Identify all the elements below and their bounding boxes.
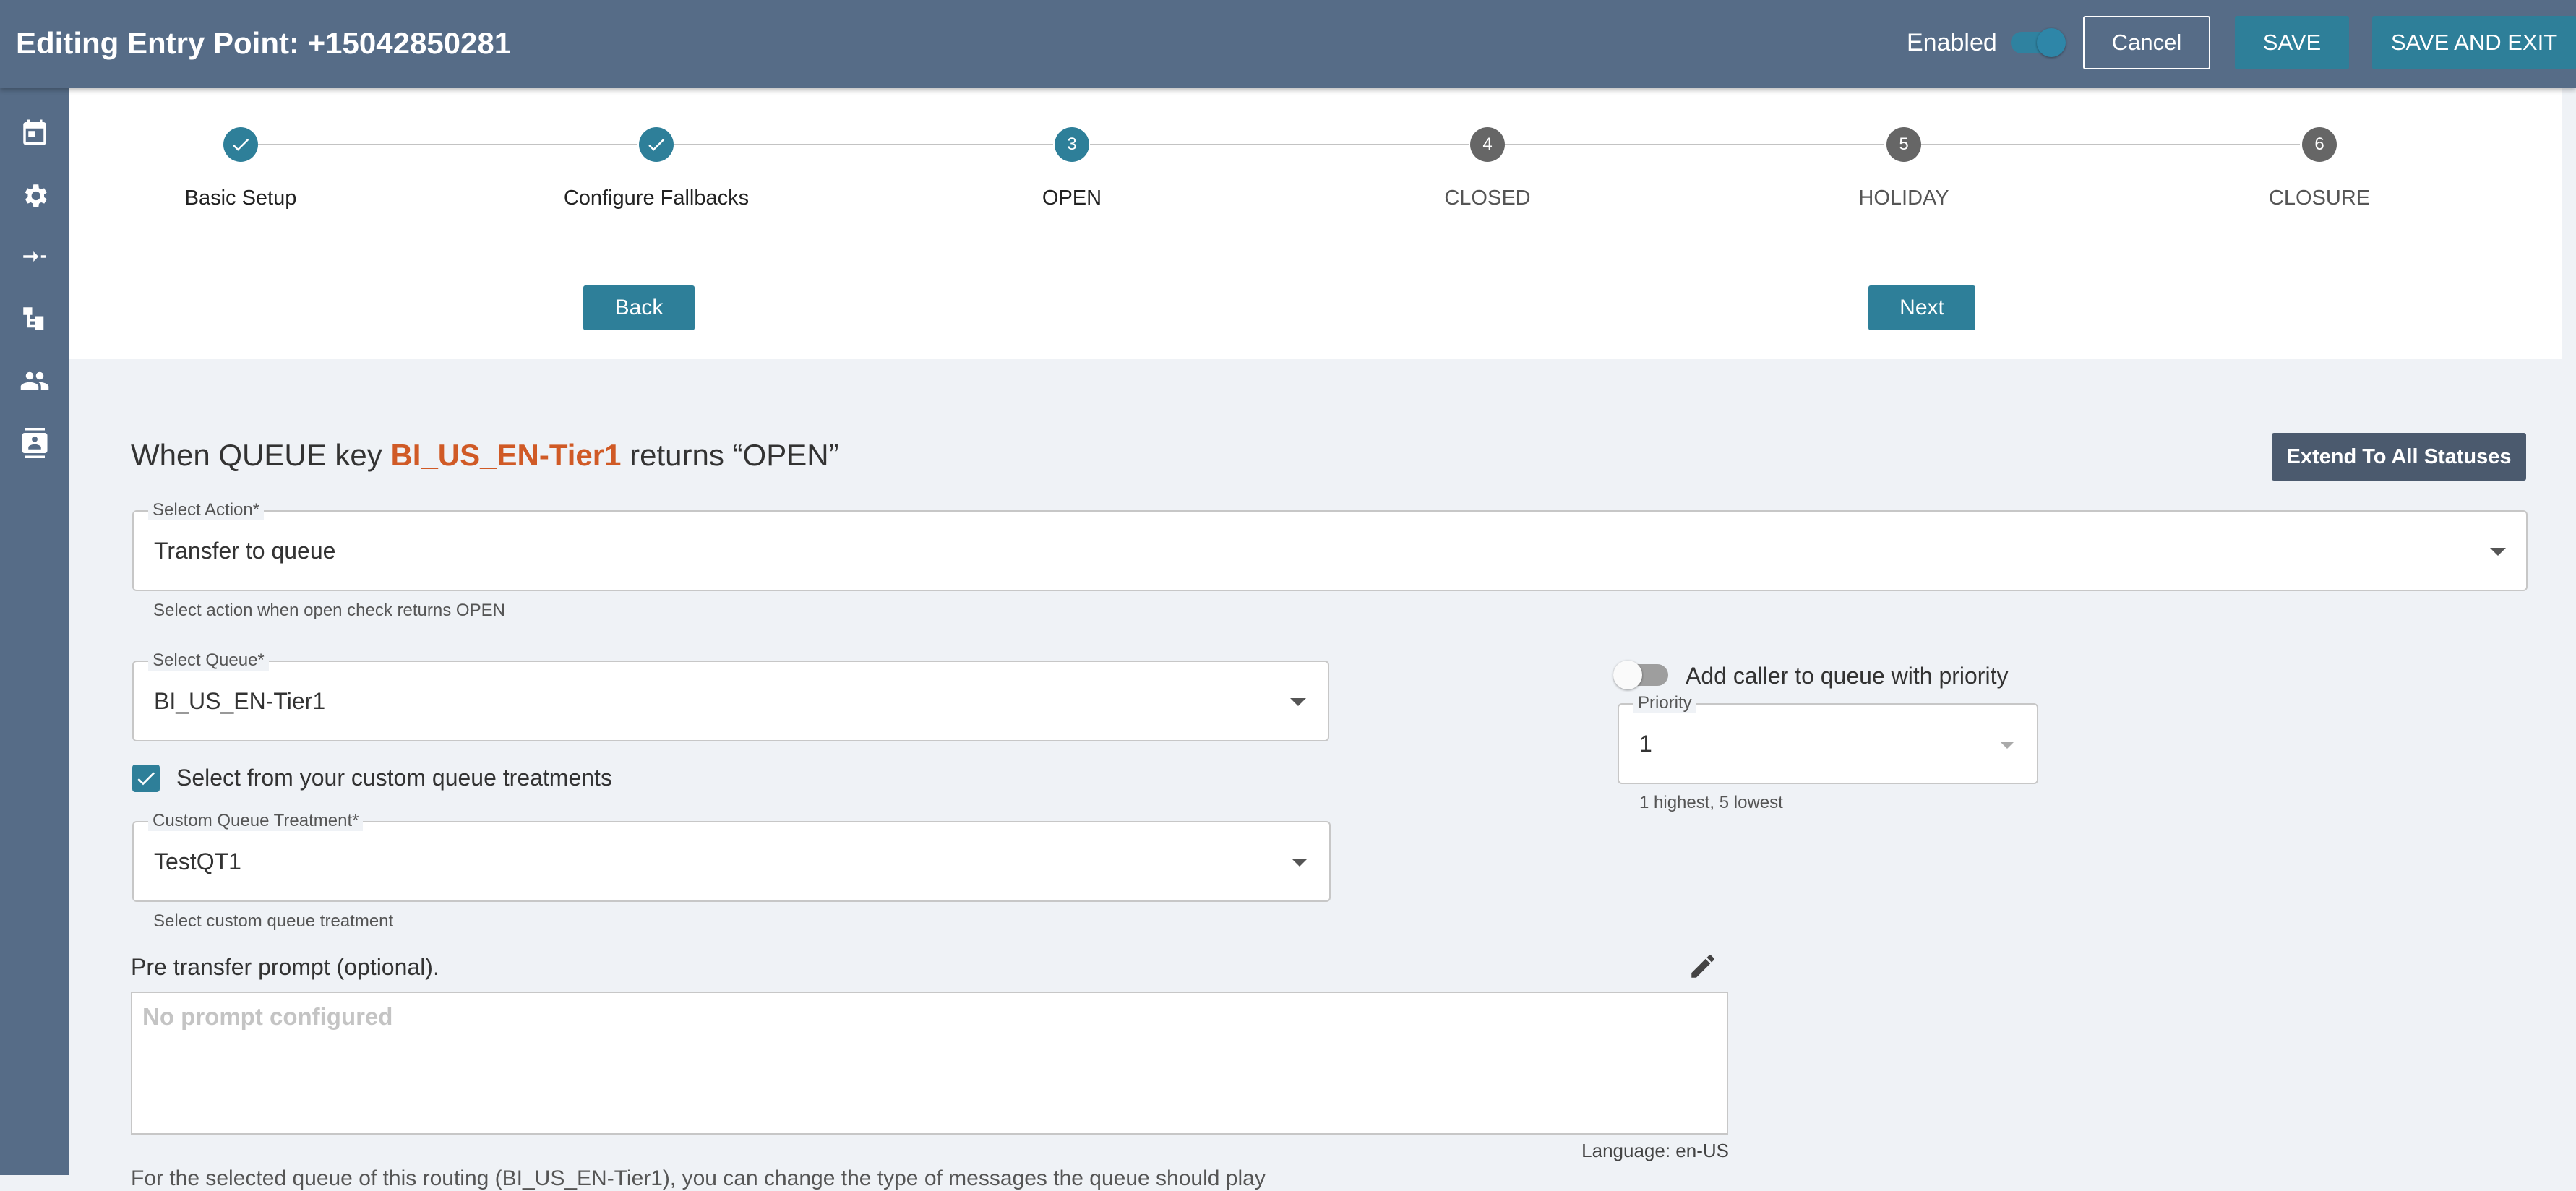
step-4-number[interactable]: 4 <box>1470 127 1505 162</box>
toggle-knob <box>2037 28 2066 57</box>
chevron-down-icon <box>2001 742 2014 749</box>
select-action-label: Select Action* <box>148 500 265 520</box>
step-label-holiday: HOLIDAY <box>1858 186 1949 210</box>
save-button[interactable]: SAVE <box>2235 16 2349 69</box>
step-2-check[interactable] <box>639 127 674 162</box>
calendar-icon[interactable] <box>20 117 50 147</box>
queue-key: BI_US_EN-Tier1 <box>390 438 622 472</box>
page-title: Editing Entry Point: +15042850281 <box>16 26 512 60</box>
enabled-toggle[interactable] <box>2011 28 2066 57</box>
check-icon <box>233 139 249 151</box>
enabled-label: Enabled <box>1907 29 1997 56</box>
footer-description: For the selected queue of this routing (… <box>131 1166 1266 1190</box>
section-heading: When QUEUE key BI_US_EN-Tier1 returns “O… <box>131 438 839 473</box>
check-icon <box>137 772 155 786</box>
cancel-button[interactable]: Cancel <box>2083 16 2210 69</box>
prompt-placeholder: No prompt configured <box>142 1003 393 1030</box>
custom-queue-treatment-dropdown[interactable]: Custom Queue Treatment* TestQT1 <box>132 811 1331 902</box>
priority-toggle[interactable] <box>1613 661 1668 689</box>
select-queue-label: Select Queue* <box>148 650 269 671</box>
pencil-icon[interactable] <box>1688 951 1718 981</box>
prompt-language: Language: en-US <box>1581 1140 1729 1161</box>
transfer-icon[interactable] <box>20 241 50 272</box>
priority-label: Priority <box>1633 693 1696 713</box>
step-5-number[interactable]: 5 <box>1886 127 1921 162</box>
heading-prefix: When QUEUE key <box>131 438 391 472</box>
contact-book-icon[interactable] <box>20 428 50 458</box>
priority-dropdown[interactable]: Priority 1 <box>1618 693 2038 784</box>
step-label-configure-fallbacks: Configure Fallbacks <box>563 186 750 210</box>
toggle-knob <box>1613 661 1642 689</box>
people-icon[interactable] <box>20 366 50 396</box>
step-label-closed: CLOSED <box>1444 186 1531 210</box>
custom-treatment-label: Custom Queue Treatment* <box>148 811 364 831</box>
custom-treatment-checkbox[interactable] <box>132 765 160 792</box>
step-6-number[interactable]: 6 <box>2302 127 2337 162</box>
pre-transfer-prompt-box[interactable]: No prompt configured <box>131 992 1728 1135</box>
back-button[interactable]: Back <box>583 285 695 330</box>
chevron-down-icon <box>1290 698 1306 706</box>
chevron-down-icon <box>1292 859 1308 867</box>
step-connector <box>1505 144 1884 145</box>
stepper-card <box>69 88 2562 359</box>
select-queue-value: BI_US_EN-Tier1 <box>154 688 326 714</box>
hierarchy-icon[interactable] <box>20 304 50 334</box>
priority-toggle-label: Add caller to queue with priority <box>1686 663 2009 689</box>
pre-transfer-prompt-label: Pre transfer prompt (optional). <box>131 954 439 980</box>
next-button[interactable]: Next <box>1868 285 1975 330</box>
step-3-number[interactable]: 3 <box>1055 127 1089 162</box>
step-1-check[interactable] <box>223 127 258 162</box>
step-connector <box>1921 144 2300 145</box>
top-bar: Editing Entry Point: +15042850281 Enable… <box>0 0 2576 88</box>
priority-value: 1 <box>1639 731 1652 757</box>
custom-treatment-helper: Select custom queue treatment <box>153 911 394 931</box>
priority-helper: 1 highest, 5 lowest <box>1639 793 1783 812</box>
step-connector <box>674 144 1053 145</box>
step-label-basic-setup: Basic Setup <box>184 186 297 210</box>
custom-treatment-checkbox-label: Select from your custom queue treatments <box>176 765 612 791</box>
select-queue-dropdown[interactable]: Select Queue* BI_US_EN-Tier1 <box>132 650 1329 741</box>
step-label-closure: CLOSURE <box>2268 186 2371 210</box>
step-connector <box>258 144 637 145</box>
sidebar <box>0 88 69 1175</box>
save-and-exit-button[interactable]: SAVE AND EXIT <box>2372 16 2576 69</box>
heading-suffix: returns “OPEN” <box>621 438 839 472</box>
extend-to-all-statuses-button[interactable]: Extend To All Statuses <box>2272 433 2526 481</box>
step-label-open: OPEN <box>1042 186 1102 210</box>
select-action-helper: Select action when open check returns OP… <box>153 601 505 620</box>
gear-icon[interactable] <box>20 181 50 211</box>
chevron-down-icon <box>2490 548 2506 556</box>
select-action-dropdown[interactable]: Select Action* Transfer to queue <box>132 500 2528 591</box>
select-action-value: Transfer to queue <box>154 538 336 564</box>
custom-treatment-value: TestQT1 <box>154 848 241 874</box>
step-connector <box>1090 144 1469 145</box>
check-icon <box>648 139 665 151</box>
